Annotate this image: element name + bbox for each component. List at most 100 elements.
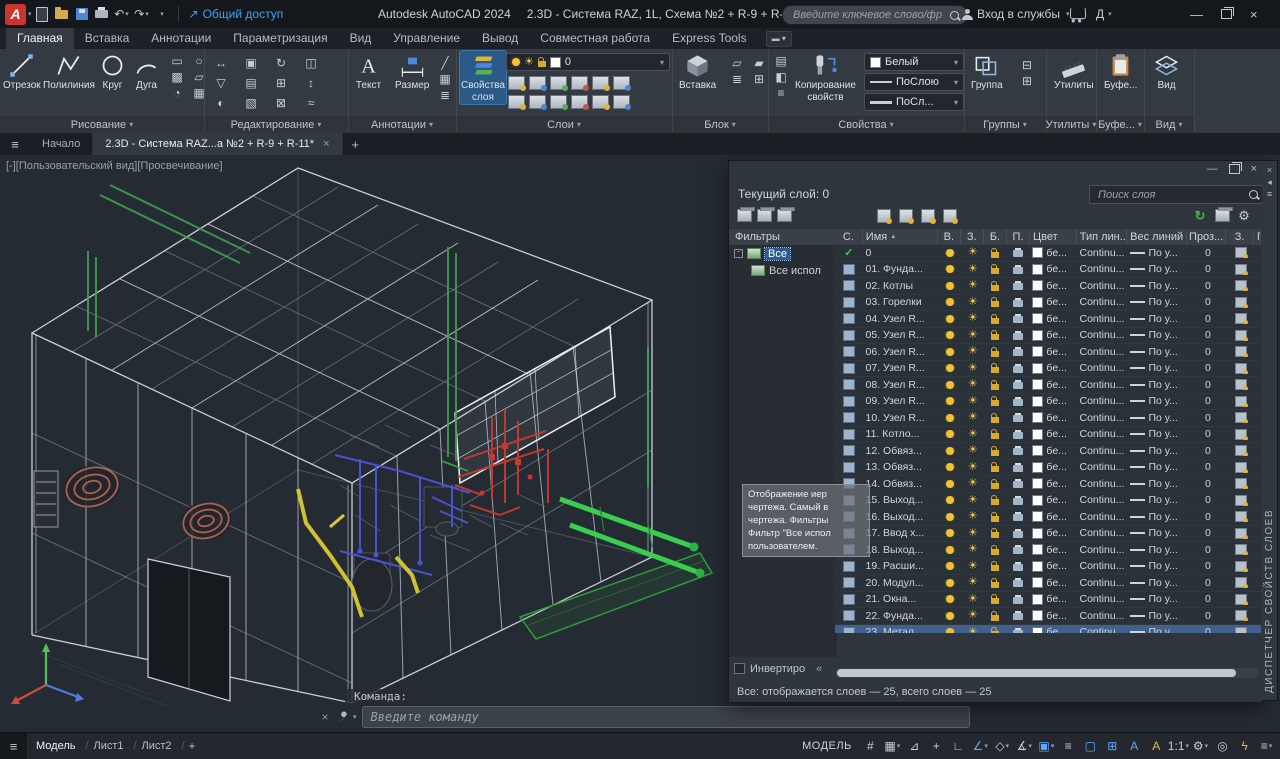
scrollbar-thumb[interactable] <box>837 669 1236 677</box>
fillet-icon[interactable]: ◐ <box>212 95 230 110</box>
layer-plot-icon[interactable] <box>1007 397 1030 406</box>
layer-vpfreeze-icon[interactable] <box>1228 462 1256 473</box>
refresh-icon[interactable]: ↻ <box>1191 208 1209 223</box>
layer-linetype[interactable]: Continu... <box>1077 329 1128 341</box>
column-header[interactable]: Тип лин... <box>1077 229 1127 245</box>
layer-vpfreeze-icon[interactable] <box>1228 330 1256 341</box>
layer-color[interactable]: бе... <box>1029 428 1076 440</box>
layer-color[interactable]: бе... <box>1029 313 1076 325</box>
delete-layer-icon[interactable] <box>921 208 939 223</box>
text-style-icon[interactable]: ≣ <box>436 87 454 102</box>
layer-on-icon[interactable] <box>939 331 962 339</box>
lineweight-dropdown[interactable]: ПоСл... <box>864 93 964 111</box>
layer-plot-icon[interactable] <box>1007 545 1030 554</box>
layer-vpfreeze-icon[interactable] <box>1228 561 1256 572</box>
command-customize-icon[interactable]: ▾ <box>337 711 357 724</box>
app-menu-caret-icon[interactable]: ▾ <box>28 10 32 18</box>
layer-on-icon[interactable] <box>939 265 962 273</box>
layer-lineweight[interactable]: По у... <box>1127 626 1188 633</box>
layer-freeze-icon[interactable]: ☀ <box>962 478 985 489</box>
layer-color[interactable]: бе... <box>1029 346 1076 358</box>
layer-row[interactable]: 09. Узел R...☀бе...Continu...По у...0 <box>835 394 1261 411</box>
model-space-toggle[interactable]: МОДЕЛЬ <box>802 740 852 752</box>
layer-lineweight[interactable]: По у... <box>1127 544 1188 556</box>
layer-on-icon[interactable] <box>939 463 962 471</box>
view-button[interactable]: Вид <box>1152 51 1181 92</box>
layer-color[interactable]: бе... <box>1029 280 1076 292</box>
layer-on-icon[interactable] <box>939 315 962 323</box>
layer-color[interactable]: бе... <box>1029 560 1076 572</box>
store-cart-icon[interactable] <box>1070 8 1087 19</box>
layer-row[interactable]: 16. Выход...☀бе...Continu...По у...0 <box>835 509 1261 526</box>
ribbon-tab[interactable]: Совместная работа <box>529 28 661 49</box>
layer-plot-icon[interactable] <box>1007 380 1030 389</box>
grid-icon[interactable]: # <box>860 736 881 756</box>
layer-lock-icon[interactable] <box>984 314 1007 324</box>
layer-current-icon[interactable] <box>571 95 588 109</box>
layer-vpfreeze-icon[interactable] <box>1228 379 1256 390</box>
block-create-icon[interactable]: ▰ <box>750 55 768 70</box>
layer-row[interactable]: 21. Окна...☀бе...Continu...По у...0 <box>835 592 1261 609</box>
layer-row[interactable]: 19. Расши...☀бе...Continu...По у...0 <box>835 559 1261 576</box>
ribbon-tab[interactable]: Аннотации <box>140 28 222 49</box>
mirror-icon[interactable]: ◫ <box>302 55 320 70</box>
layer-plot-icon[interactable] <box>1007 529 1030 538</box>
palette-title-strip[interactable]: × ◂ ≡ ДИСПЕТЧЕР СВОЙСТВ СЛОЕВ <box>1262 160 1278 701</box>
layer-transparency[interactable]: 0 <box>1188 428 1227 440</box>
osnap-icon[interactable]: ▣ <box>1036 736 1057 756</box>
layer-plot-icon[interactable] <box>1007 512 1030 521</box>
ribbon-tab[interactable]: Вставка <box>74 28 141 49</box>
panel-properties-label[interactable]: Свойства <box>768 116 964 133</box>
layer-on-icon[interactable] <box>939 480 962 488</box>
layer-linetype[interactable]: Continu... <box>1077 395 1128 407</box>
invert-filter[interactable]: Инвертиро « <box>734 661 822 676</box>
layer-vpfreeze-icon[interactable] <box>1228 396 1256 407</box>
layer-row[interactable]: 07. Узел R...☀бе...Continu...По у...0 <box>835 361 1261 378</box>
help-search[interactable] <box>782 5 968 25</box>
layer-freeze-icon[interactable]: ☀ <box>962 379 985 390</box>
text-tool[interactable]: А Текст <box>354 51 383 92</box>
hatch-edit-icon[interactable]: ▧ <box>242 95 260 110</box>
layer-name[interactable]: 01. Фунда... <box>863 263 939 275</box>
ribbon-tab[interactable]: Вывод <box>471 28 529 49</box>
layer-prev-icon[interactable] <box>508 95 525 109</box>
polyline-tool[interactable]: Полилиния <box>42 51 96 92</box>
palette-minimize-icon[interactable]: — <box>1207 163 1218 175</box>
layer-transparency[interactable]: 0 <box>1188 494 1227 506</box>
panel-view-label[interactable]: Вид <box>1144 116 1194 133</box>
layer-properties-button[interactable]: Свойства слоя <box>460 51 506 104</box>
layer-lineweight[interactable]: По у... <box>1127 379 1188 391</box>
block-edit-icon[interactable]: ▱ <box>728 55 746 70</box>
layer-on-icon[interactable] <box>939 414 962 422</box>
layer-on-icon[interactable] <box>939 364 962 372</box>
layer-linetype[interactable]: Continu... <box>1077 626 1128 633</box>
layer-name[interactable]: 09. Узел R... <box>863 395 939 407</box>
layer-freeze-icon[interactable]: ☀ <box>962 363 985 374</box>
group-edit-icon[interactable]: ⊞ <box>1018 73 1036 88</box>
strip-autohide-icon[interactable]: ◂ <box>1267 176 1272 188</box>
layout-menu-icon[interactable]: ≡ <box>0 733 27 759</box>
layer-freeze-icon[interactable]: ☀ <box>962 511 985 522</box>
save-icon[interactable] <box>73 5 91 23</box>
layer-on-icon[interactable] <box>939 579 962 587</box>
ribbon-display-toggle[interactable]: ▬ ▾ <box>766 31 792 47</box>
layer-on-icon[interactable] <box>939 430 962 438</box>
layer-lock-icon[interactable] <box>984 479 1007 489</box>
layout-tab-list1[interactable]: Лист1 <box>84 740 132 752</box>
layer-lock-icon[interactable] <box>984 528 1007 538</box>
layer-lock-icon[interactable] <box>984 380 1007 390</box>
layer-color[interactable]: бе... <box>1029 329 1076 341</box>
layer-plot-icon[interactable] <box>1007 413 1030 422</box>
layer-transparency[interactable]: 0 <box>1188 263 1227 275</box>
utilities-button[interactable]: Утилиты <box>1053 51 1095 92</box>
layer-plot-icon[interactable] <box>1007 265 1030 274</box>
ellipse-arc-icon[interactable]: ◔ <box>168 85 186 100</box>
layer-freeze-icon[interactable]: ☀ <box>962 247 985 258</box>
layer-transparency[interactable]: 0 <box>1188 461 1227 473</box>
trim-icon[interactable]: ▽ <box>212 75 230 90</box>
layer-color[interactable]: бе... <box>1029 296 1076 308</box>
layer-vpfreeze-icon[interactable] <box>1228 594 1256 605</box>
layer-freeze-icon[interactable]: ☀ <box>962 610 985 621</box>
layer-lineweight[interactable]: По у... <box>1127 280 1188 292</box>
annotation-scale-icon[interactable]: 1:1 <box>1168 736 1189 756</box>
